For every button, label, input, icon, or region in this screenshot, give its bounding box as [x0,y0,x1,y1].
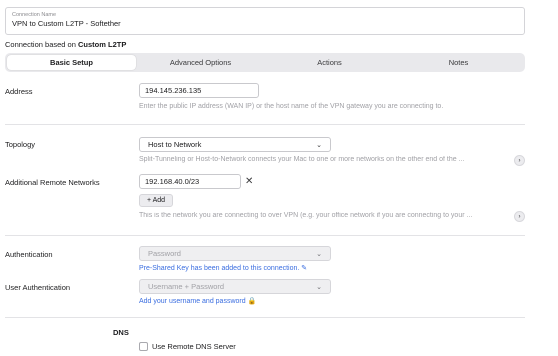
topology-select[interactable]: Host to Network ⌄ [139,137,331,152]
psk-link-text: Pre-Shared Key has been added to this co… [139,265,300,272]
tab-basic-setup[interactable]: Basic Setup [7,55,136,70]
based-on-type: Custom L2TP [77,40,127,49]
add-credentials-text: Add your username and password [139,298,246,305]
user-authentication-label: User Authentication [5,283,71,292]
divider [5,317,525,318]
divider [5,124,525,125]
connection-name-label: Connection Name [12,12,57,18]
divider [5,235,525,236]
authentication-select[interactable]: Password ⌄ [139,246,331,261]
topology-label: Topology [5,140,36,149]
remote-networks-label: Additional Remote Networks [5,178,100,187]
tab-advanced-options[interactable]: Advanced Options [136,55,265,70]
tab-bar: Basic Setup Advanced Options Actions Not… [5,53,525,72]
authentication-selected: Password [148,249,181,258]
topology-info-button[interactable]: › [514,155,525,166]
checkbox-box[interactable] [139,342,148,351]
address-value: 194.145.236.135 [145,86,202,95]
connection-name-field[interactable]: Connection Name VPN to Custom L2TP - Sof… [5,7,525,35]
connection-based-on: Connection based on Custom L2TP [5,40,126,49]
tab-actions[interactable]: Actions [265,55,394,70]
remote-network-value: 192.168.40.0/23 [145,177,200,186]
chevron-down-icon: ⌄ [316,250,322,258]
chevron-down-icon: ⌄ [316,283,322,291]
user-authentication-selected: Username + Password [148,282,225,291]
pencil-icon: ✎ [301,265,308,272]
remote-networks-hint: This is the network you are connecting t… [139,212,473,219]
connection-name-value[interactable]: VPN to Custom L2TP - Softether [12,19,518,29]
address-input[interactable]: 194.145.236.135 [139,83,259,98]
add-credentials-link[interactable]: Add your username and password 🔒 [139,297,256,305]
remote-networks-info-button[interactable]: › [514,211,525,222]
based-on-prefix: Connection based on [5,40,76,49]
use-remote-dns-checkbox[interactable]: Use Remote DNS Server [139,342,236,351]
topology-hint: Split-Tunneling or Host-to-Network conne… [139,156,465,163]
psk-link[interactable]: Pre-Shared Key has been added to this co… [139,264,307,272]
topology-selected: Host to Network [148,140,202,149]
address-label: Address [5,87,33,96]
tab-notes[interactable]: Notes [394,55,523,70]
remote-network-input[interactable]: 192.168.40.0/23 [139,174,241,189]
user-authentication-select[interactable]: Username + Password ⌄ [139,279,331,294]
use-remote-dns-label: Use Remote DNS Server [152,342,236,351]
add-network-button[interactable]: + Add [139,194,173,207]
address-hint: Enter the public IP address (WAN IP) or … [139,103,444,110]
authentication-label: Authentication [5,250,53,259]
chevron-right-icon: › [518,213,521,220]
chevron-right-icon: › [518,157,521,164]
close-icon[interactable]: ✕ [245,177,253,187]
dns-label: DNS [113,328,129,337]
lock-icon: 🔒 [247,298,257,305]
chevron-down-icon: ⌄ [316,141,322,149]
